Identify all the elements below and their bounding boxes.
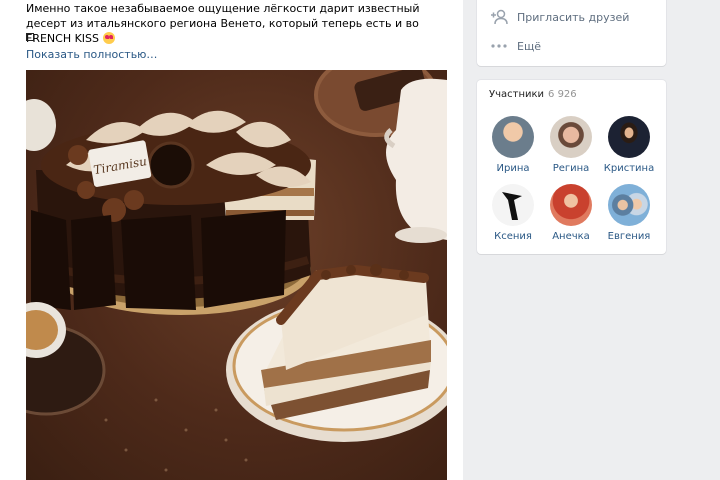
square-glyph-icon — [26, 33, 34, 41]
show-more-link[interactable]: Показать полностью… — [26, 48, 157, 61]
avatar — [492, 116, 534, 158]
more-dots-icon — [489, 36, 509, 56]
member-name: Ирина — [496, 163, 530, 174]
heart-eyes-emoji-icon — [102, 32, 115, 44]
invite-friends-label: Пригласить друзей — [517, 10, 630, 24]
member-item-anechka[interactable]: Анечка — [542, 184, 600, 243]
members-count: 6 926 — [548, 89, 577, 100]
invite-friends-button[interactable]: Пригласить друзей — [489, 7, 629, 27]
wall-post: Именно такое незабываемое ощущение лёгко… — [0, 0, 463, 480]
invite-friends-icon — [489, 7, 509, 27]
group-actions-card: Пригласить друзей Ещё — [477, 0, 666, 66]
more-label: Ещё — [517, 39, 542, 53]
member-name: Кристина — [603, 163, 655, 174]
members-header[interactable]: Участники 6 926 — [489, 89, 577, 100]
member-name: Регина — [552, 163, 590, 174]
member-item-evgeniya[interactable]: Евгения — [600, 184, 658, 243]
avatar — [550, 116, 592, 158]
avatar — [608, 184, 650, 226]
member-name: Ксения — [494, 231, 532, 242]
members-card: Участники 6 926 Ирина Регина Кристина Ксе… — [477, 80, 666, 254]
members-title: Участники — [489, 89, 545, 100]
post-text: Именно такое незабываемое ощущение лёгко… — [26, 1, 446, 46]
avatar — [608, 116, 650, 158]
post-photo[interactable]: Tiramisu — [26, 70, 447, 480]
avatar — [550, 184, 592, 226]
post-text-body: Именно такое незабываемое ощущение лёгко… — [26, 2, 420, 45]
member-item-regina[interactable]: Регина — [542, 116, 600, 175]
tiramisu-cake-illustration: Tiramisu — [26, 70, 447, 472]
more-button[interactable]: Ещё — [489, 36, 541, 56]
member-item-irina[interactable]: Ирина — [484, 116, 542, 175]
member-name: Евгения — [607, 231, 651, 242]
member-name: Анечка — [552, 231, 590, 242]
avatar — [492, 184, 534, 226]
member-item-kseniya[interactable]: Ксения — [484, 184, 542, 243]
member-item-kristina[interactable]: Кристина — [600, 116, 658, 175]
